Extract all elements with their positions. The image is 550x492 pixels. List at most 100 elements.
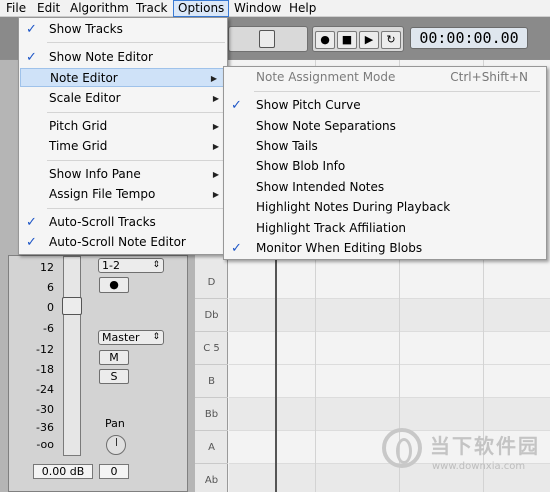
solo-button[interactable]: S [99,369,129,384]
db-scale-label: -6 [43,322,54,335]
pan-readout[interactable]: 0 [99,464,129,479]
pan-knob[interactable] [106,435,126,455]
record-button[interactable]: ● [315,31,335,49]
menu-item-label: Note Assignment Mode [256,70,396,84]
submenu-arrow-icon: ▶ [210,74,217,83]
db-scale-label: -24 [36,383,54,396]
pitch-grid-row [229,266,550,299]
submenu-arrow-icon: ▶ [212,170,219,179]
menu-item-label: Highlight Track Affiliation [256,221,407,235]
menu-item-pitch-grid[interactable]: Pitch Grid ▶ [19,117,227,136]
menu-item-highlight-notes-during-playback[interactable]: Highlight Notes During Playback [224,198,546,217]
db-scale-label: -18 [36,363,54,376]
menu-item-label: Time Grid [49,139,108,153]
submenu-arrow-icon: ▶ [212,142,219,151]
output-select[interactable]: Master ⇕ [98,330,164,345]
menu-item-label: Show Intended Notes [256,180,385,194]
menu-item-show-note-editor[interactable]: ✓ Show Note Editor [19,48,227,67]
input-select-value: 1-2 [102,259,120,272]
play-icon: ▶ [364,33,374,46]
menu-item-label: Monitor When Editing Blobs [256,241,423,255]
menu-item-label: Scale Editor [49,91,121,105]
watermark-logo-icon [382,428,422,468]
menu-algorithm[interactable]: Algorithm [66,0,133,17]
options-menu: ✓ Show Tracks ✓ Show Note Editor Note Ed… [18,17,228,255]
gain-readout[interactable]: 0.00 dB [33,464,93,479]
menu-item-show-note-separations[interactable]: Show Note Separations [224,117,546,136]
menu-separator [47,112,225,113]
menu-separator [47,208,225,209]
menu-item-label: Show Note Editor [49,50,153,64]
menu-item-monitor-when-editing-blobs[interactable]: ✓ Monitor When Editing Blobs [224,239,546,258]
menu-separator [47,160,225,161]
db-scale-label: 6 [47,281,54,294]
updown-arrow-icon: ⇕ [152,260,160,270]
piano-key[interactable]: Bb [195,398,228,431]
menu-item-label: Highlight Notes During Playback [256,200,451,214]
menu-item-label: Pitch Grid [49,119,108,133]
menu-item-label: Auto-Scroll Tracks [49,215,156,229]
menu-help[interactable]: Help [285,0,320,17]
submenu-arrow-icon: ▶ [212,190,219,199]
menu-item-highlight-track-affiliation[interactable]: Highlight Track Affiliation [224,219,546,238]
piano-key[interactable]: A [195,431,228,464]
piano-key[interactable]: C 5 [195,332,228,365]
input-select[interactable]: 1-2 ⇕ [98,258,164,273]
menu-item-label: Auto-Scroll Note Editor [49,235,186,249]
mute-button[interactable]: M [99,350,129,365]
menu-item-note-editor[interactable]: Note Editor ▶ [20,68,226,87]
menu-item-show-info-pane[interactable]: Show Info Pane ▶ [19,165,227,184]
db-scale-label: -12 [36,343,54,356]
menu-item-show-tracks[interactable]: ✓ Show Tracks [19,20,227,39]
volume-fader-track[interactable] [63,256,81,456]
record-arm-button[interactable]: ● [99,277,129,293]
position-slider-panel [228,26,308,52]
play-button[interactable]: ▶ [359,31,379,49]
volume-fader-knob[interactable] [62,297,82,315]
output-select-value: Master [102,331,140,344]
record-icon: ● [320,33,330,46]
pitch-grid-row [229,332,550,365]
piano-key[interactable]: D [195,266,228,299]
checkmark-icon: ✓ [26,22,37,37]
menu-item-assign-file-tempo[interactable]: Assign File Tempo ▶ [19,185,227,204]
menu-item-label: Show Blob Info [256,159,346,173]
checkmark-icon: ✓ [231,241,242,256]
submenu-arrow-icon: ▶ [212,94,219,103]
menu-item-time-grid[interactable]: Time Grid ▶ [19,137,227,156]
pan-label: Pan [105,417,125,430]
menu-window[interactable]: Window [230,0,285,17]
record-icon: ● [109,278,119,291]
menu-item-auto-scroll-note-editor[interactable]: ✓ Auto-Scroll Note Editor [19,233,227,252]
menu-item-show-blob-info[interactable]: Show Blob Info [224,157,546,176]
piano-key[interactable]: Ab [195,464,228,492]
checkmark-icon: ✓ [26,235,37,250]
menu-track[interactable]: Track [132,0,171,17]
menu-separator [254,91,540,92]
menu-item-scale-editor[interactable]: Scale Editor ▶ [19,89,227,108]
loop-icon: ↻ [386,33,396,46]
menu-file[interactable]: File [2,0,30,17]
menu-item-show-intended-notes[interactable]: Show Intended Notes [224,178,546,197]
menu-item-show-pitch-curve[interactable]: ✓ Show Pitch Curve [224,96,546,115]
menu-edit[interactable]: Edit [33,0,64,17]
loop-button[interactable]: ↻ [381,31,401,49]
piano-key[interactable]: Db [195,299,228,332]
position-slider-thumb[interactable] [259,30,275,48]
stop-icon: ■ [341,33,353,46]
menu-item-show-tails[interactable]: Show Tails [224,137,546,156]
menu-item-label: Show Note Separations [256,119,396,133]
piano-key[interactable]: B [195,365,228,398]
menu-item-auto-scroll-tracks[interactable]: ✓ Auto-Scroll Tracks [19,213,227,232]
menu-bar: File Edit Algorithm Track Options Window… [0,0,550,17]
stop-button[interactable]: ■ [337,31,357,49]
pitch-grid-row [229,299,550,332]
note-editor-submenu: Note Assignment Mode Ctrl+Shift+N ✓ Show… [223,66,547,260]
menu-item-label: Show Tracks [49,22,123,36]
db-scale-label: -oo [36,438,54,451]
menu-item-shortcut: Ctrl+Shift+N [450,70,528,84]
updown-arrow-icon: ⇕ [152,332,160,342]
menu-options[interactable]: Options [173,0,230,17]
transport-panel: ● ■ ▶ ↻ [312,26,404,52]
menu-item-note-assignment-mode[interactable]: Note Assignment Mode Ctrl+Shift+N [224,68,546,87]
